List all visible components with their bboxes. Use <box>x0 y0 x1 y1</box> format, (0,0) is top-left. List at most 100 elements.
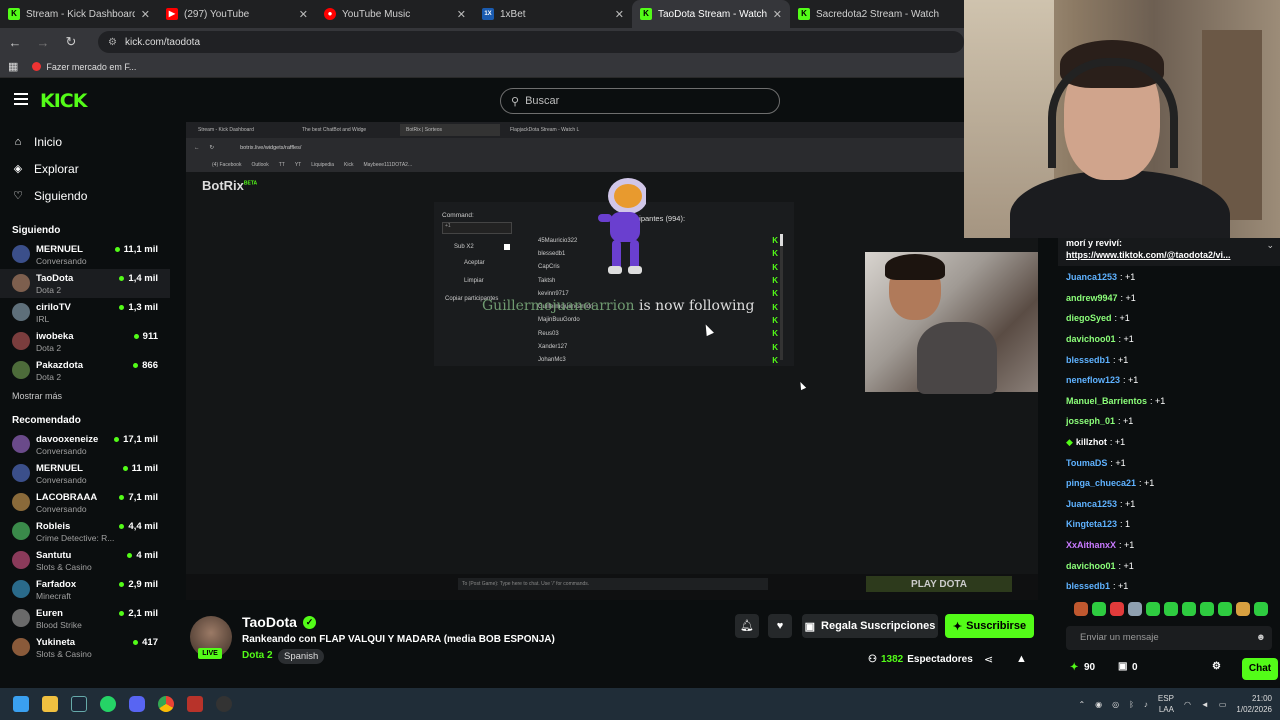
dota2-icon[interactable] <box>187 696 203 712</box>
nav-inicio[interactable]: ⌂ Inicio <box>0 128 170 155</box>
gift-subs-button[interactable]: ▣ Regala Suscripciones <box>802 614 938 638</box>
sidebar-channel-cirilotv[interactable]: ciriloTV IRL 1,3 mil <box>0 298 170 327</box>
pinned-message[interactable]: morí y reviví: https://www.tiktok.com/@t… <box>1058 238 1280 266</box>
forward-icon[interactable]: → <box>36 35 50 50</box>
bookmark-item[interactable]: Fazer mercado em F... <box>32 62 136 72</box>
emoji-icon[interactable]: ☻ <box>1256 626 1266 650</box>
emote-icon[interactable] <box>1074 602 1088 616</box>
close-icon[interactable]: ✕ <box>773 8 782 21</box>
stream-category[interactable]: Dota 2 <box>242 650 273 661</box>
pinned-link[interactable]: https://www.tiktok.com/@taodota2/vi... <box>1066 250 1266 260</box>
obs-icon[interactable] <box>216 696 232 712</box>
chat-username[interactable]: XxAithanxX <box>1066 540 1116 550</box>
streamer-name[interactable]: TaoDota <box>242 614 297 630</box>
back-icon[interactable]: ← <box>8 35 22 50</box>
clock[interactable]: 21:00 1/02/2026 <box>1236 693 1272 715</box>
close-icon[interactable]: ✕ <box>141 8 150 21</box>
browser-tab-youtube[interactable]: ▶ (297) YouTube ✕ <box>158 0 316 28</box>
emote-icon[interactable] <box>1236 602 1250 616</box>
emote-icon[interactable] <box>1218 602 1232 616</box>
points-icon[interactable]: ✦ <box>1070 662 1078 673</box>
chat-username[interactable]: neneflow123 <box>1066 375 1120 385</box>
tray-app-icon[interactable]: ◉ <box>1095 700 1102 709</box>
language-indicator[interactable]: ESP LAA <box>1158 693 1174 715</box>
send-chat-button[interactable]: Chat <box>1242 658 1278 680</box>
discord-icon[interactable] <box>129 696 145 712</box>
chat-username[interactable]: pinga_chueca21 <box>1066 478 1136 488</box>
chat-username[interactable]: Juanca1253 <box>1066 272 1117 282</box>
chrome-icon[interactable] <box>158 696 174 712</box>
steam-icon[interactable] <box>71 696 87 712</box>
browser-tab-taodota[interactable]: K TaoDota Stream - Watch Live o ✕ <box>632 0 790 28</box>
sidebar-channel-pakazdota[interactable]: Pakazdota Dota 2 866 <box>0 356 170 385</box>
sidebar-channel-robleis[interactable]: Robleis Crime Detective: R... 4,4 mil <box>0 517 170 546</box>
settings-icon[interactable]: ⚙ <box>1212 661 1221 672</box>
close-icon[interactable]: ✕ <box>299 8 308 21</box>
battery-icon[interactable]: ▭ <box>1219 700 1227 709</box>
emote-icon[interactable] <box>1110 602 1124 616</box>
chat-username[interactable]: davichoo01 <box>1066 561 1116 571</box>
file-explorer-icon[interactable] <box>42 696 58 712</box>
emote-icon[interactable] <box>1128 602 1142 616</box>
chat-username[interactable]: blessedb1 <box>1066 355 1110 365</box>
close-icon[interactable]: ✕ <box>457 8 466 21</box>
emote-icon[interactable] <box>1200 602 1214 616</box>
whatsapp-icon[interactable] <box>100 696 116 712</box>
menu-icon[interactable] <box>14 93 28 105</box>
windows-start-icon[interactable] <box>13 696 29 712</box>
chat-username[interactable]: Juanca1253 <box>1066 499 1117 509</box>
share-icon[interactable]: ⋖ <box>984 653 993 666</box>
chat-username[interactable]: ToumaDS <box>1066 458 1107 468</box>
emote-icon[interactable] <box>1182 602 1196 616</box>
site-info-icon[interactable]: ⚙ <box>108 37 117 48</box>
chat-username[interactable]: Kingteta123 <box>1066 519 1117 529</box>
sidebar-channel-santutu[interactable]: Santutu Slots & Casino 4 mil <box>0 546 170 575</box>
language-tag[interactable]: Spanish <box>278 649 325 664</box>
apps-grid-icon[interactable]: ▦ <box>8 60 18 73</box>
show-more-button[interactable]: Mostrar más <box>0 385 170 407</box>
browser-tab-1xbet[interactable]: 1X 1xBet ✕ <box>474 0 632 28</box>
emote-icon[interactable] <box>1254 602 1268 616</box>
wifi-icon[interactable]: ◠ <box>1184 700 1191 709</box>
sidebar-channel-taodota[interactable]: TaoDota Dota 2 1,4 mil <box>0 269 170 298</box>
gift-icon[interactable]: ▣ <box>1118 661 1127 672</box>
chat-username[interactable]: killzhot <box>1076 437 1107 447</box>
chat-username[interactable]: Manuel_Barrientos <box>1066 396 1147 406</box>
browser-tab-sacredota2[interactable]: K Sacredota2 Stream - Watch Liv <box>790 0 948 28</box>
follow-heart-button[interactable]: ♥ <box>768 614 792 638</box>
bluetooth-icon[interactable]: ᛒ <box>1129 700 1134 709</box>
sidebar-channel-yukineta[interactable]: Yukineta Slots & Casino 417 <box>0 633 170 662</box>
kick-logo[interactable]: KICK <box>40 90 87 112</box>
volume-icon[interactable]: ◄ <box>1201 700 1209 709</box>
search-input[interactable]: ⚲ Buscar <box>500 88 780 114</box>
close-icon[interactable]: ✕ <box>615 8 624 21</box>
subscribe-button[interactable]: ✦ Suscribirse <box>945 614 1034 638</box>
sidebar-channel-davooxeneize[interactable]: davooxeneize Conversando 17,1 mil <box>0 430 170 459</box>
browser-tab-kick-dashboard[interactable]: K Stream - Kick Dashboard ✕ <box>0 0 158 28</box>
chat-input[interactable]: Enviar un mensaje ☻ <box>1066 626 1272 650</box>
chat-username[interactable]: josseph_01 <box>1066 416 1115 426</box>
report-icon[interactable]: ▲ <box>1016 653 1027 665</box>
sidebar-channel-mernuel[interactable]: MERNUEL Conversando 11 mil <box>0 459 170 488</box>
sidebar-channel-mernuel[interactable]: MERNUEL Conversando 11,1 mil <box>0 240 170 269</box>
url-input[interactable]: ⚙ kick.com/taodota <box>98 31 964 53</box>
sidebar-channel-euren[interactable]: Euren Blood Strike 2,1 mil <box>0 604 170 633</box>
video-player[interactable]: Stream - Kick Dashboard The best ChatBot… <box>186 122 1038 600</box>
emote-icon[interactable] <box>1146 602 1160 616</box>
tray-app-icon[interactable]: ◎ <box>1112 700 1119 709</box>
sidebar-channel-lacobraaa[interactable]: LACOBRAAA Conversando 7,1 mil <box>0 488 170 517</box>
chat-username[interactable]: andrew9947 <box>1066 293 1118 303</box>
sidebar-channel-farfadox[interactable]: Farfadox Minecraft 2,9 mil <box>0 575 170 604</box>
chat-username[interactable]: blessedb1 <box>1066 581 1110 591</box>
sidebar-channel-iwobeka[interactable]: iwobeka Dota 2 911 <box>0 327 170 356</box>
nav-explorar[interactable]: ◈ Explorar <box>0 155 170 182</box>
tray-expand-icon[interactable]: ⌃ <box>1078 700 1085 709</box>
chat-username[interactable]: davichoo01 <box>1066 334 1116 344</box>
chevron-down-icon[interactable]: ⌄ <box>1266 240 1274 251</box>
emote-icon[interactable] <box>1092 602 1106 616</box>
emote-icon[interactable] <box>1164 602 1178 616</box>
microphone-icon[interactable]: ♪ <box>1144 700 1148 709</box>
nav-siguiendo[interactable]: ♡ Siguiendo <box>0 182 170 209</box>
notification-bell-button[interactable]: 🔔︎ <box>735 614 759 638</box>
browser-tab-youtube-music[interactable]: ● YouTube Music ✕ <box>316 0 474 28</box>
